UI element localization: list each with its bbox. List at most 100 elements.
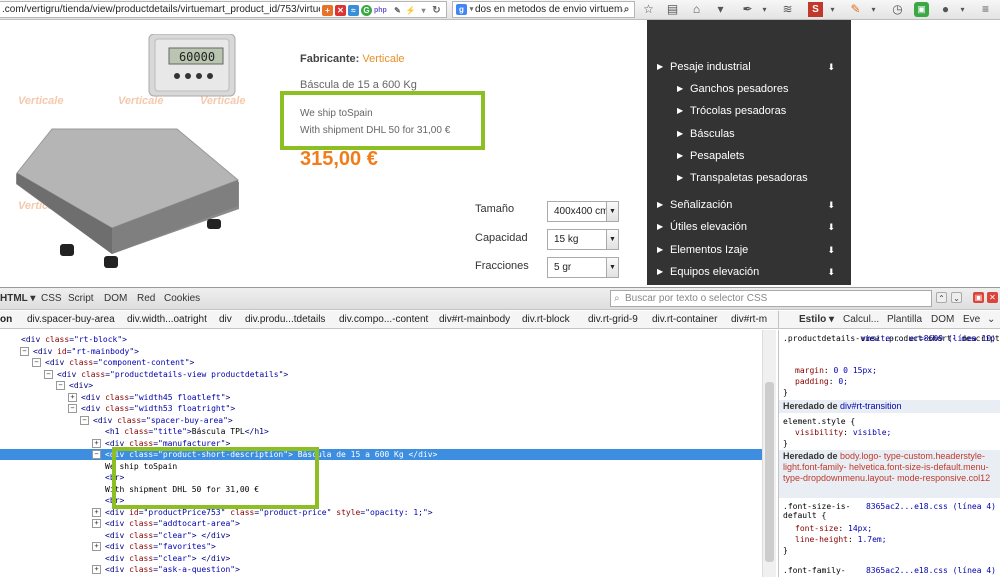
html-tree-row[interactable]: <div class="clear"> </div> <box>0 553 762 564</box>
collapse-icon[interactable]: − <box>92 450 101 459</box>
url-bar[interactable]: .com/vertigru/tienda/view/productdetails… <box>0 1 447 18</box>
product-image[interactable]: 60000 <box>12 34 257 279</box>
menu-item-elementos-izaje[interactable]: ▶ Elementos Izaje ⬇ <box>647 241 851 261</box>
reload-icon[interactable]: ↻ <box>431 5 442 16</box>
expand-icon[interactable]: + <box>92 507 101 517</box>
expand-icon[interactable]: + <box>92 519 101 528</box>
css-source-link[interactable]: 8365ac2...e18.css (línea 4) <box>866 502 996 511</box>
expand-icon[interactable]: + <box>92 438 101 448</box>
expand-icon[interactable]: + <box>92 565 101 574</box>
github-icon[interactable]: ● <box>938 2 953 17</box>
addon-wrench-icon[interactable]: ✎ <box>392 5 403 16</box>
tab-eventos[interactable]: Eve <box>963 314 980 325</box>
breadcrumb-item[interactable]: div.width...oatright <box>127 314 207 325</box>
html-tree-row[interactable]: − <div id="rt-mainbody"> <box>0 346 762 357</box>
devtools-search-input[interactable]: ⌕ Buscar por texto o selector CSS <box>610 290 932 307</box>
prop-value[interactable]: 0; <box>838 377 848 386</box>
select-tamano[interactable]: 400x400 cm ▼ <box>547 201 619 222</box>
addon-php-icon[interactable]: php <box>374 5 387 16</box>
select-arrow-icon[interactable]: ▼ <box>606 230 618 249</box>
collapse-icon[interactable]: − <box>56 381 65 390</box>
breadcrumb-item[interactable]: div.rt-container <box>652 314 717 325</box>
breadcrumb-item[interactable]: div.spacer-buy-area <box>27 314 115 325</box>
collapse-icon[interactable]: − <box>32 358 41 367</box>
html-tree-row[interactable]: − <div class="width53 floatright"> <box>0 403 762 414</box>
html-tree-row[interactable]: + <div class="favorites"> <box>0 541 762 552</box>
menu-item-trocolas-pesadoras[interactable]: ▶ Trócolas pesadoras <box>647 102 851 122</box>
tab-cookies[interactable]: Cookies <box>164 293 200 304</box>
green-addon-icon[interactable]: ▣ <box>914 2 929 17</box>
home-icon[interactable]: ⌂ <box>689 2 704 17</box>
addon-wave-icon[interactable]: ≈ <box>348 5 359 16</box>
breadcrumb-item[interactable]: div.rt-grid-9 <box>588 314 638 325</box>
html-panel-scrollbar[interactable] <box>762 330 776 577</box>
html-tree-row[interactable]: − <div class="component-content"> <box>0 357 762 368</box>
tab-html[interactable]: HTML ▾ <box>0 293 35 304</box>
manufacturer-link[interactable]: Verticale <box>362 53 404 65</box>
breadcrumb-item[interactable]: div#rt-m <box>731 314 767 325</box>
chevron-down-icon[interactable]: ⌄ <box>987 314 995 325</box>
addon-x-icon[interactable]: ✕ <box>335 5 346 16</box>
menu-item-ganchos-pesadores[interactable]: ▶ Ganchos pesadores <box>647 80 851 100</box>
tab-css[interactable]: CSS <box>41 293 62 304</box>
tab-estilo[interactable]: Estilo ▾ <box>799 314 834 325</box>
dropdown-arrow-icon[interactable]: ▾ <box>418 5 429 16</box>
css-source-link[interactable]: vmsite-...er=8609 (línea 10) <box>861 334 996 343</box>
github-dropdown-icon[interactable]: ▾ <box>955 2 970 17</box>
breadcrumb-item[interactable]: div.produ...tdetails <box>245 314 325 325</box>
addon-plus-icon[interactable]: + <box>322 5 333 16</box>
close-icon[interactable]: ✕ <box>987 292 998 303</box>
html-tree-row[interactable]: + <div class="addtocart-area"> <box>0 518 762 529</box>
search-icon[interactable]: ⌕ <box>621 4 632 15</box>
tab-dom[interactable]: DOM <box>104 293 127 304</box>
menu-item-senalizacion[interactable]: ▶ Señalización ⬇ <box>647 196 851 216</box>
s-addon-icon[interactable]: S <box>808 2 823 17</box>
menu-icon[interactable]: ≡ <box>978 2 993 17</box>
breadcrumb-item[interactable]: on <box>0 314 12 325</box>
chevron-down-icon[interactable]: ⌄ <box>951 292 962 303</box>
html-tree-row[interactable]: − <div> <box>0 380 762 391</box>
addon-g-icon[interactable]: G <box>361 5 372 16</box>
menu-item-pesaje-industrial[interactable]: ▶ Pesaje industrial ⬇ <box>647 58 851 78</box>
html-tree-row[interactable]: + <div class="width45 floatleft"> <box>0 392 762 403</box>
prop-value[interactable]: 1.7em; <box>858 535 887 544</box>
chevron-up-icon[interactable]: ⌃ <box>936 292 947 303</box>
tab-plantilla[interactable]: Plantilla <box>887 314 922 325</box>
s-addon-dropdown-icon[interactable]: ▾ <box>825 2 840 17</box>
prop-value[interactable]: 14px; <box>848 524 872 533</box>
prop-value[interactable]: 0 0 15px; <box>834 366 877 375</box>
html-tree-row[interactable]: <div class="clear"> </div> <box>0 530 762 541</box>
css-source-link[interactable]: 8365ac2...e18.css (línea 4) <box>866 566 996 575</box>
eyedropper-dropdown-icon[interactable]: ▾ <box>757 2 772 17</box>
search-bar[interactable]: g ▾ dos en metodos de envio virtuemart ⌕ <box>452 1 635 18</box>
html-tree-row[interactable]: − <div class="productdetails-view product… <box>0 369 762 380</box>
collapse-icon[interactable]: − <box>44 369 53 379</box>
html-tree-row[interactable]: <div class="rt-block"> <box>0 334 762 345</box>
paint-icon[interactable]: ✎ <box>848 2 863 17</box>
detach-icon[interactable]: ▣ <box>973 292 984 303</box>
menu-item-utiles-elevacion[interactable]: ▶ Útiles elevación ⬇ <box>647 218 851 238</box>
tab-calculado[interactable]: Calcul... <box>843 314 879 325</box>
prop-value[interactable]: visible; <box>853 428 892 437</box>
html-tree-row[interactable]: <h1 class="title">Báscula TPL</h1> <box>0 426 762 437</box>
menu-item-transpaletas-pesadoras[interactable]: ▶ Transpaletas pesadoras <box>647 169 851 189</box>
downloads-icon[interactable]: ▾ <box>713 2 728 17</box>
layers-icon[interactable]: ≋ <box>780 2 795 17</box>
bookmarks-menu-icon[interactable]: ▤ <box>665 2 680 17</box>
expand-icon[interactable]: + <box>92 542 101 551</box>
collapse-icon[interactable]: − <box>20 346 29 356</box>
tab-script[interactable]: Script <box>68 293 94 304</box>
breadcrumb-item[interactable]: div#rt-mainbody <box>439 314 510 325</box>
clock-icon[interactable]: ◷ <box>890 2 905 17</box>
breadcrumb-item[interactable]: div.rt-block <box>522 314 570 325</box>
bookmark-star-icon[interactable]: ☆ <box>641 2 656 17</box>
scrollbar-thumb[interactable] <box>765 382 774 562</box>
menu-item-basculas[interactable]: ▶ Básculas <box>647 125 851 145</box>
expand-icon[interactable]: + <box>68 392 77 402</box>
collapse-icon[interactable]: − <box>68 404 77 413</box>
breadcrumb-item[interactable]: div <box>219 314 232 325</box>
html-tree-row[interactable]: + <div class="ask-a-question"> <box>0 564 762 575</box>
inherited-selector[interactable]: div#rt-transition <box>840 401 902 411</box>
select-capacidad[interactable]: 15 kg ▼ <box>547 229 619 250</box>
tab-dom[interactable]: DOM <box>931 314 954 325</box>
